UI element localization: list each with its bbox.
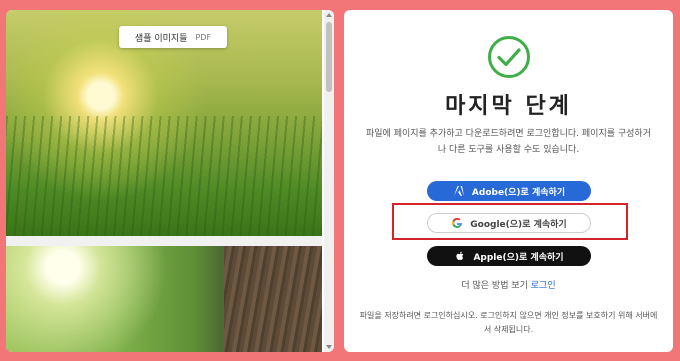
scroll-thumb[interactable] [326,22,332,92]
file-type-label: PDF [195,32,212,42]
continue-with-adobe-button[interactable]: Adobe(으)로 계속하기 [427,181,591,201]
sample-file-tag: 샘플 이미지들 PDF [119,26,227,48]
signin-panel: 마지막 단계 파일에 페이지를 추가하고 다운로드하려면 로그인합니다. 페이지… [344,10,673,352]
signin-description: 파일에 페이지를 추가하고 다운로드하려면 로그인합니다. 페이지를 구성하거나… [366,129,651,155]
privacy-note: 파일을 저장하려면 로그인하십시오. 로그인하지 않으면 개인 정보를 보호하기… [359,311,658,334]
document-preview-panel: 샘플 이미지들 PDF [6,10,334,352]
apple-logo-icon [454,250,466,262]
adobe-button-label: Adobe(으)로 계속하기 [471,187,566,198]
login-link[interactable]: 로그인 [531,281,556,291]
scroll-down-arrow-icon[interactable] [326,345,332,349]
google-logo-icon [451,217,463,229]
more-options-line: 더 많은 방법 보기 로그인 [344,278,673,291]
apple-button-label: Apple(으)로 계속하기 [473,252,564,263]
google-button-label: Google(으)로 계속하기 [470,219,567,230]
sample-label: 샘플 이미지들 [134,33,188,44]
page-title: 마지막 단계 [445,94,572,119]
page-divider [6,236,322,246]
more-methods-link[interactable]: 더 많은 방법 보기 [461,281,528,291]
adobe-logo-icon [453,185,465,197]
scroll-up-arrow-icon[interactable] [326,13,332,17]
continue-with-google-button[interactable]: Google(으)로 계속하기 [427,213,591,233]
continue-with-apple-button[interactable]: Apple(으)로 계속하기 [427,246,591,266]
preview-scrollbar[interactable] [324,10,334,352]
tree-trunk-image [224,246,322,352]
checkmark-circle-icon [488,36,530,78]
